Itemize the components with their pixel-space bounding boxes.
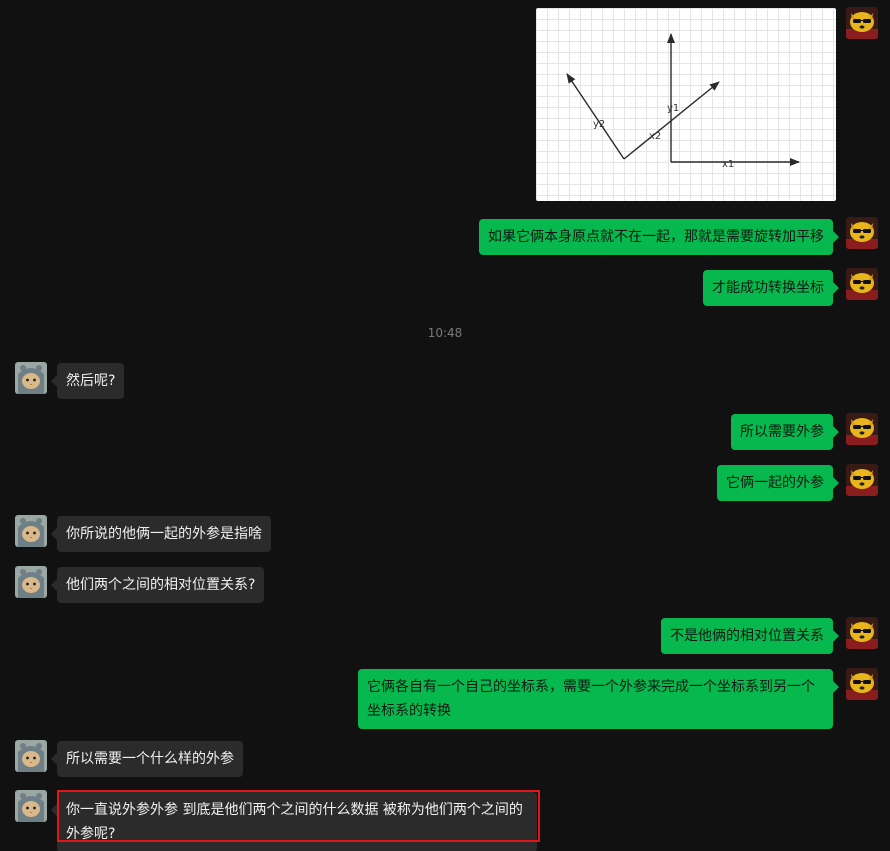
- label-x1: x1: [722, 159, 734, 170]
- contact-avatar[interactable]: [15, 740, 47, 772]
- coordinate-axes-drawing: y2 x2 y1 x1: [566, 33, 800, 170]
- my-avatar[interactable]: [846, 217, 878, 249]
- bubble-tail: [833, 477, 839, 489]
- message-bubble-sent[interactable]: 它俩各自有一个自己的坐标系，需要一个外参来完成一个坐标系到另一个坐标系的转换: [358, 669, 833, 729]
- my-avatar[interactable]: [846, 268, 878, 300]
- image-message-coordinate-sketch[interactable]: y2 x2 y1 x1: [536, 8, 836, 201]
- bubble-tail: [51, 375, 57, 387]
- cat-hood-icon: [15, 790, 47, 822]
- message-bubble-sent[interactable]: 才能成功转换坐标: [703, 270, 833, 306]
- message-bubble-sent[interactable]: 它俩一起的外参: [717, 465, 833, 501]
- bubble-tail: [51, 753, 57, 765]
- my-avatar[interactable]: [846, 7, 878, 39]
- chat-timestamp: 10:48: [427, 326, 463, 340]
- dog-sunglasses-icon: [846, 217, 878, 249]
- dog-sunglasses-icon: [846, 464, 878, 496]
- contact-avatar[interactable]: [15, 566, 47, 598]
- cat-hood-icon: [15, 362, 47, 394]
- my-avatar[interactable]: [846, 617, 878, 649]
- bubble-tail: [833, 426, 839, 438]
- message-bubble-sent[interactable]: 所以需要外参: [731, 414, 833, 450]
- bubble-tail: [833, 282, 839, 294]
- contact-avatar[interactable]: [15, 790, 47, 822]
- message-bubble-received[interactable]: 然后呢?: [57, 363, 125, 399]
- label-x2: x2: [649, 131, 661, 142]
- message-bubble-sent[interactable]: 如果它俩本身原点就不在一起，那就是需要旋转加平移: [479, 219, 833, 255]
- dog-sunglasses-icon: [846, 413, 878, 445]
- label-y1: y1: [667, 103, 679, 114]
- message-bubble-sent[interactable]: 不是他俩的相对位置关系: [661, 618, 833, 654]
- my-avatar[interactable]: [846, 668, 878, 700]
- bubble-tail: [833, 231, 839, 243]
- dog-sunglasses-icon: [846, 668, 878, 700]
- dog-sunglasses-icon: [846, 617, 878, 649]
- cat-hood-icon: [15, 740, 47, 772]
- cat-hood-icon: [15, 566, 47, 598]
- bubble-tail: [51, 528, 57, 540]
- message-bubble-received[interactable]: 你所说的他俩一起的外参是指啥: [57, 516, 271, 552]
- highlight-annotation-box: [57, 790, 540, 842]
- bubble-tail: [51, 579, 57, 591]
- contact-avatar[interactable]: [15, 515, 47, 547]
- my-avatar[interactable]: [846, 413, 878, 445]
- dog-sunglasses-icon: [846, 7, 878, 39]
- cat-hood-icon: [15, 515, 47, 547]
- my-avatar[interactable]: [846, 464, 878, 496]
- bubble-tail: [833, 630, 839, 642]
- message-bubble-received[interactable]: 他们两个之间的相对位置关系?: [57, 567, 265, 603]
- axis-y2: [566, 73, 625, 160]
- contact-avatar[interactable]: [15, 362, 47, 394]
- message-bubble-received[interactable]: 所以需要一个什么样的外参: [57, 741, 243, 777]
- label-y2: y2: [593, 119, 605, 130]
- dog-sunglasses-icon: [846, 268, 878, 300]
- bubble-tail: [833, 681, 839, 693]
